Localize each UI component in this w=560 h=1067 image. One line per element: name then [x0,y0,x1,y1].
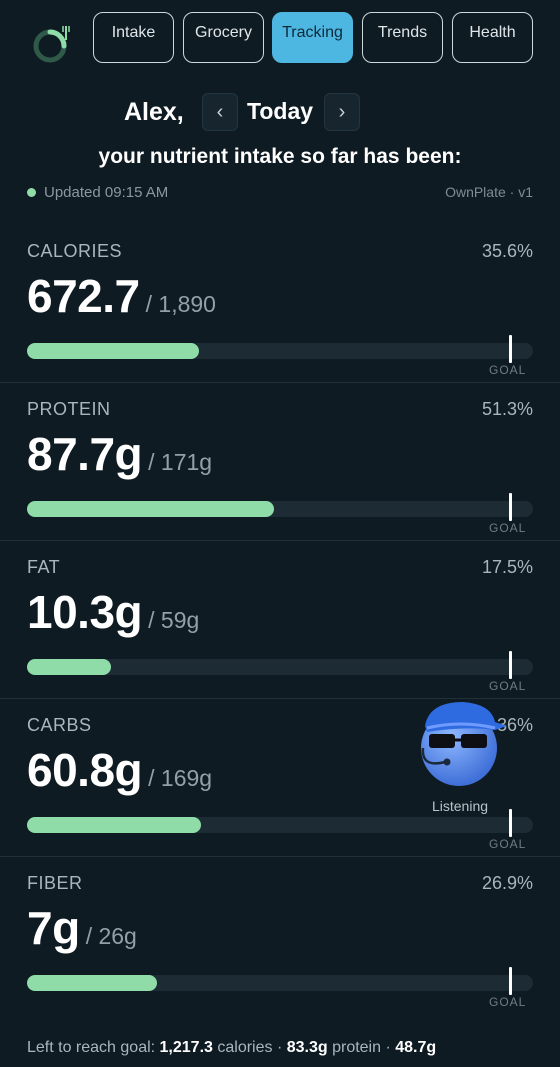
progress-fill [27,817,201,833]
goal-marker [509,967,512,995]
calories-unit: calories · [212,1039,287,1056]
progress-bar [27,335,533,363]
nutrient-label: CALORIES [27,241,123,261]
nutrient-protein: PROTEIN 51.3% 87.7g/ 171g GOAL [0,383,560,541]
nutrient-goal: / 171g [148,449,213,475]
nutrient-goal: / 26g [85,923,137,949]
user-name: Alex, [124,98,184,126]
nutrient-value: 60.8g [27,744,143,796]
nutrient-label: CARBS [27,715,92,735]
nutrient-value-line: 672.7/ 1,890 [27,269,216,323]
nutrient-goal: / 1,890 [145,291,216,317]
nutrient-label: FIBER [27,873,83,893]
goal-label: GOAL [489,521,527,535]
status-dot-icon [27,188,36,197]
tab-intake[interactable]: Intake [93,12,174,63]
progress-bar [27,809,533,837]
nutrient-percent: 17.5% [481,557,533,577]
tab-trends[interactable]: Trends [362,12,443,63]
tab-health[interactable]: Health [452,12,533,63]
ownplate-logo-icon[interactable] [30,20,74,64]
progress-fill [27,659,111,675]
nutrient-fat: FAT 17.5% 10.3g/ 59g GOAL [0,541,560,699]
nutrient-label: FAT [27,557,61,577]
progress-bar [27,651,533,679]
top-nav: Intake Grocery Tracking Trends Health [0,12,560,64]
goal-marker [509,651,512,679]
progress-fill [27,975,157,991]
nutrient-value-line: 10.3g/ 59g [27,585,199,639]
tab-tracking[interactable]: Tracking [272,12,353,63]
previous-day-button[interactable]: ‹ [202,93,238,131]
app-version: OwnPlate · v1 [445,184,533,200]
nutrient-label: PROTEIN [27,399,111,419]
nutrient-value: 672.7 [27,270,140,322]
nutrient-percent: 51.3% [481,399,533,419]
nutrient-percent: 26.9% [481,873,533,893]
nutrient-value-line: 87.7g/ 171g [27,427,212,481]
goal-label: GOAL [489,363,527,377]
nutrient-fiber: FIBER 26.9% 7g/ 26g GOAL [0,857,560,1015]
next-day-button[interactable]: › [324,93,360,131]
goal-marker [509,809,512,837]
nutrient-goal: / 59g [148,607,200,633]
progress-fill [27,501,274,517]
assistant-avatar-icon [421,702,507,786]
progress-bar [27,967,533,995]
progress-fill [27,343,199,359]
nutrient-value-line: 7g/ 26g [27,901,137,955]
nutrient-value: 87.7g [27,428,143,480]
protein-unit: protein · [327,1039,396,1056]
remaining-protein: 83.3g [286,1039,328,1056]
progress-bar [27,493,533,521]
tab-grocery[interactable]: Grocery [183,12,264,63]
nutrient-calories: CALORIES 35.6% 672.7/ 1,890 GOAL [0,225,560,383]
page-subtitle: your nutrient intake so far has been: [98,145,462,168]
tracking-page: Intake Grocery Tracking Trends Health Al… [0,0,560,1067]
chevron-left-icon: ‹ [216,101,224,123]
greeting-row: Alex, ‹ Today › [0,92,560,132]
nutrient-value-line: 60.8g/ 169g [27,743,212,797]
goal-label: GOAL [489,679,527,693]
nutrient-value: 7g [27,902,80,954]
nutrient-goal: / 169g [148,765,213,791]
chevron-right-icon: › [338,101,346,123]
day-label: Today [247,98,314,124]
summary-prefix: Left to reach goal: [27,1039,160,1056]
goal-marker [509,493,512,521]
remaining-fat: 48.7g [395,1039,437,1056]
nutrient-percent: 35.6% [481,241,533,261]
assistant-status: Listening [431,798,489,814]
nutrient-value: 10.3g [27,586,143,638]
remaining-summary: Left to reach goal: 1,217.3 calories · 8… [27,1039,557,1057]
goal-label: GOAL [489,995,527,1009]
voice-assistant[interactable]: Listening [415,698,507,818]
goal-label: GOAL [489,837,527,851]
remaining-calories: 1,217.3 [159,1039,213,1056]
status-row: Updated 09:15 AM OwnPlate · v1 [27,183,533,203]
updated-timestamp: Updated 09:15 AM [44,184,169,201]
goal-marker [509,335,512,363]
